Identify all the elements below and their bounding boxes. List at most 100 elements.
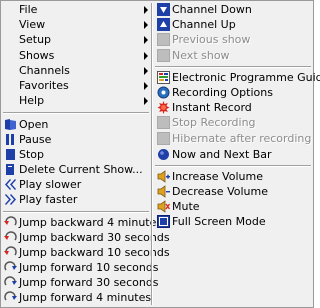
menu-item-channel-up[interactable]: Channel Up	[154, 17, 313, 32]
menu-item-label: Electronic Programme Guide	[172, 71, 320, 84]
menu-item-open[interactable]: Open	[1, 117, 151, 132]
fast-forward-icon	[4, 193, 17, 206]
menu-item-play-faster[interactable]: Play faster	[1, 192, 151, 207]
menu-item-label: Jump forward 10 seconds	[19, 261, 159, 274]
fullscreen-icon	[157, 215, 170, 228]
menu-item-label: Jump backward 30 seconds	[19, 231, 170, 244]
submenu-arrow-icon	[144, 82, 148, 90]
disabled-icon	[157, 132, 170, 145]
menu-item-label: Help	[19, 94, 45, 107]
menu-item-label: Jump forward 30 seconds	[19, 276, 159, 289]
menu-item-label: Setup	[19, 33, 52, 46]
menu-item-label: Shows	[19, 49, 55, 62]
jump-forward-icon	[4, 291, 17, 304]
volume-down-icon	[157, 185, 170, 198]
submenu-arrow-icon	[144, 6, 148, 14]
menu-item-stop[interactable]: Stop	[1, 147, 151, 162]
menu-item-label: Channel Up	[172, 18, 236, 31]
menu-item-label: Channel Down	[172, 3, 252, 16]
menu-item-electronic-programme-guide[interactable]: Electronic Programme Guide	[154, 70, 320, 85]
disabled-icon	[157, 33, 170, 46]
menu-item-jump-forward-10-seconds[interactable]: Jump forward 10 seconds	[1, 260, 159, 275]
menu-item-channel-down[interactable]: Channel Down	[154, 2, 313, 17]
pause-icon	[4, 133, 17, 146]
now-next-icon	[157, 148, 170, 161]
menu-item-instant-record[interactable]: Instant Record	[154, 100, 313, 115]
delete-icon	[4, 163, 17, 176]
disabled-icon	[157, 49, 170, 62]
menu-item-jump-backward-4-minutes[interactable]: Jump backward 4 minutes	[1, 215, 162, 230]
menu-separator	[155, 66, 311, 68]
menu-item-label: Open	[19, 118, 49, 131]
menu-item-play-slower[interactable]: Play slower	[1, 177, 151, 192]
menu-item-label: Mute	[172, 200, 200, 213]
menu-item-delete-current-show[interactable]: Delete Current Show...	[1, 162, 151, 177]
mute-icon	[157, 200, 170, 213]
channel-up-icon	[157, 18, 170, 31]
menu-item-favorites[interactable]: Favorites	[1, 78, 151, 93]
jump-forward-icon	[4, 261, 17, 274]
menu-item-recording-options[interactable]: Recording Options	[154, 85, 313, 100]
menu-item-label: Channels	[19, 64, 70, 77]
menu-item-label: Now and Next Bar	[172, 148, 272, 161]
context-menu: File View Setup Shows Channels Favorites…	[0, 0, 320, 308]
menu-item-decrease-volume[interactable]: Decrease Volume	[154, 184, 313, 199]
menu-separator	[3, 211, 149, 213]
disabled-icon	[157, 116, 170, 129]
menu-item-label: File	[19, 3, 38, 16]
menu-item-full-screen-mode[interactable]: Full Screen Mode	[154, 214, 313, 229]
menu-item-label: Instant Record	[172, 101, 252, 114]
menu-item-label: Stop	[19, 148, 45, 161]
rewind-icon	[4, 178, 17, 191]
submenu-arrow-icon	[144, 21, 148, 29]
submenu-arrow-icon	[144, 97, 148, 105]
submenu-arrow-icon	[144, 36, 148, 44]
menu-item-jump-backward-10-seconds[interactable]: Jump backward 10 seconds	[1, 245, 170, 260]
submenu-arrow-icon	[144, 52, 148, 60]
menu-column-left: File View Setup Shows Channels Favorites…	[1, 1, 170, 307]
programme-guide-icon	[157, 71, 170, 84]
column-divider	[151, 3, 153, 305]
menu-item-label: Previous show	[172, 33, 251, 46]
menu-item-jump-backward-30-seconds[interactable]: Jump backward 30 seconds	[1, 230, 170, 245]
menu-item-label: Recording Options	[172, 86, 273, 99]
menu-item-help[interactable]: Help	[1, 93, 151, 108]
recording-options-icon	[157, 86, 170, 99]
menu-item-setup[interactable]: Setup	[1, 32, 151, 47]
menu-item-increase-volume[interactable]: Increase Volume	[154, 169, 313, 184]
menu-item-label: Favorites	[19, 79, 69, 92]
stop-icon	[4, 148, 17, 161]
menu-item-label: Hibernate after recording	[172, 132, 312, 145]
menu-item-hibernate-after-recording[interactable]: Hibernate after recording	[154, 131, 313, 146]
menu-item-label: Next show	[172, 49, 230, 62]
menu-item-jump-forward-30-seconds[interactable]: Jump forward 30 seconds	[1, 275, 159, 290]
menu-item-shows[interactable]: Shows	[1, 48, 151, 63]
menu-item-label: Jump forward 4 minutes	[19, 291, 152, 304]
menu-item-label: Play slower	[19, 178, 82, 191]
menu-item-label: Play faster	[19, 193, 78, 206]
menu-item-previous-show[interactable]: Previous show	[154, 32, 313, 47]
menu-item-pause[interactable]: Pause	[1, 132, 151, 147]
menu-item-file[interactable]: File	[1, 2, 151, 17]
open-icon	[4, 118, 17, 131]
menu-item-mute[interactable]: Mute	[154, 199, 313, 214]
menu-item-jump-forward-4-minutes[interactable]: Jump forward 4 minutes	[1, 290, 151, 305]
volume-up-icon	[157, 170, 170, 183]
jump-forward-icon	[4, 276, 17, 289]
channel-down-icon	[157, 3, 170, 16]
instant-record-icon	[157, 101, 170, 114]
menu-item-channels[interactable]: Channels	[1, 63, 151, 78]
menu-item-label: Increase Volume	[172, 170, 263, 183]
menu-item-now-and-next-bar[interactable]: Now and Next Bar	[154, 147, 313, 162]
menu-item-label: Delete Current Show...	[19, 163, 143, 176]
jump-backward-icon	[4, 216, 17, 229]
menu-item-stop-recording[interactable]: Stop Recording	[154, 115, 313, 130]
menu-item-next-show[interactable]: Next show	[154, 48, 313, 63]
jump-backward-icon	[4, 231, 17, 244]
menu-item-view[interactable]: View	[1, 17, 151, 32]
jump-backward-icon	[4, 246, 17, 259]
menu-item-label: Full Screen Mode	[172, 215, 266, 228]
menu-item-label: Jump backward 10 seconds	[19, 246, 170, 259]
menu-column-right: Channel Down Channel Up Previous show Ne…	[154, 1, 320, 307]
menu-item-label: Jump backward 4 minutes	[19, 216, 163, 229]
